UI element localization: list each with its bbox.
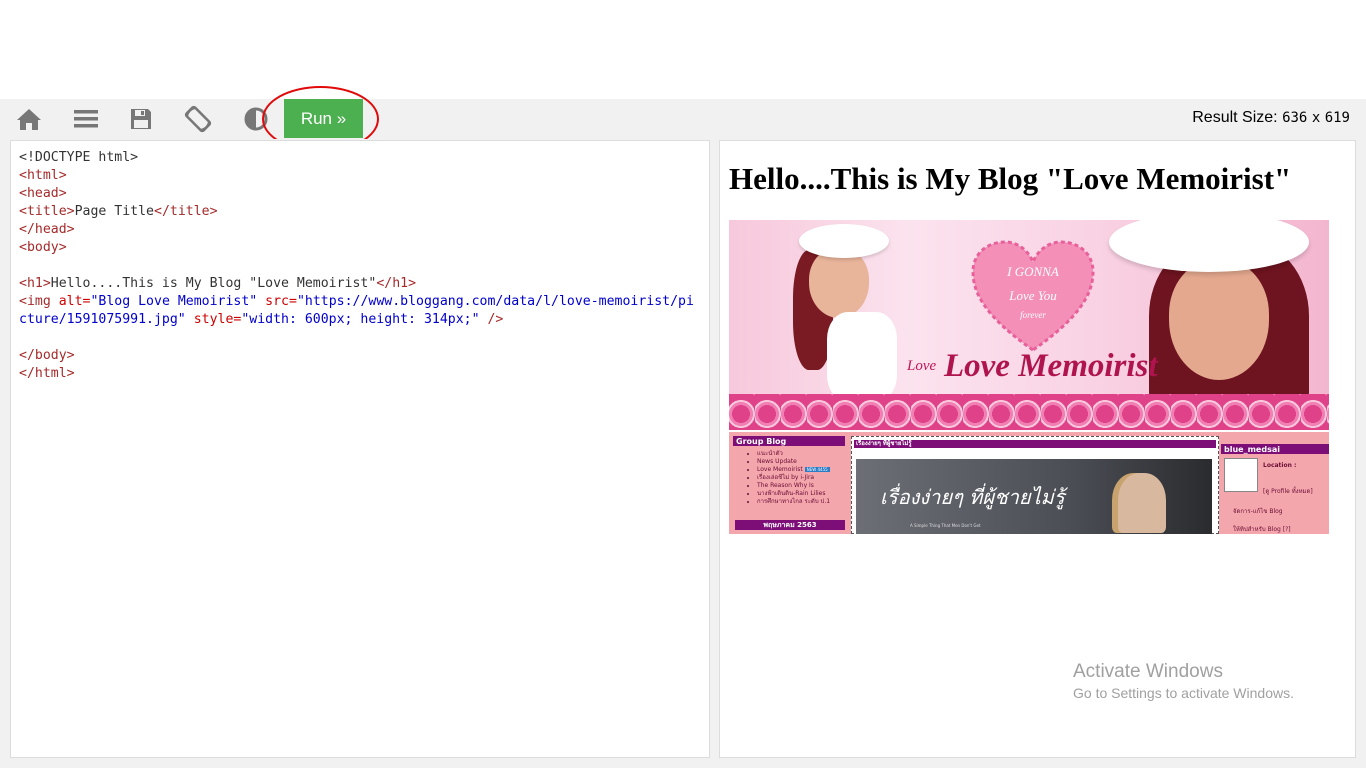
run-button[interactable]: Run » xyxy=(284,99,363,138)
group-blog-header: Group Blog xyxy=(733,436,845,446)
location-label: Location : xyxy=(1263,462,1297,469)
code-line: </body> xyxy=(19,348,75,363)
page: Run » Result Size: 636 x 619 <!DOCTYPE h… xyxy=(0,0,1366,768)
manage-blog: จัดการ-แก้ไข Blog xyxy=(1233,508,1283,515)
heart-text-1: I GONNA xyxy=(1006,264,1059,279)
entry-image-title: เรื่องง่ายๆ ที่ผู้ชายไม่รู้ xyxy=(880,485,1065,509)
result-size: Result Size: 636 x 619 xyxy=(1192,109,1350,127)
group-blog-item: The Reason Why Is xyxy=(757,482,845,490)
group-blog-item: นางฟ้าเดินดิน-Rain Lilies xyxy=(757,490,845,498)
code-line: </html> xyxy=(19,366,75,381)
banner-title: Love Memoirist xyxy=(944,348,1158,384)
profile-panel: blue_medsai Location : [ดู Profile ทั้งห… xyxy=(1221,436,1329,534)
group-blog-item: แนะนำตัว xyxy=(757,450,845,458)
group-blog-item: Love MemoiristNEW 4455 xyxy=(757,466,845,474)
entry-image-subtitle: A Simple Thing That Men Don't Get xyxy=(910,523,981,528)
invite-blog: ให้ทิปสำหรับ Blog [?] xyxy=(1233,526,1291,533)
code-line: </head> xyxy=(19,222,75,237)
blog-preview: Group Blog แนะนำตัวNews UpdateLove Memoi… xyxy=(729,432,1329,534)
profile-avatar xyxy=(1224,458,1258,492)
code-editor[interactable]: <!DOCTYPE html> <html> <head> <title>Page T… xyxy=(10,140,710,758)
group-blog-list: แนะนำตัวNews UpdateLove MemoiristNEW 445… xyxy=(733,450,845,506)
group-blog-item-label: แนะนำตัว xyxy=(757,450,783,457)
banner-small-text: Love xyxy=(907,358,937,374)
flower-border xyxy=(729,394,1329,430)
code-line: <img alt="Blog Love Memoirist" src="http… xyxy=(19,294,694,327)
watermark-line-2: Go to Settings to activate Windows. xyxy=(1073,685,1294,701)
heart-text-3: forever xyxy=(1020,310,1046,320)
activate-windows-watermark: Activate Windows Go to Settings to activ… xyxy=(1073,661,1294,701)
code-line: <head> xyxy=(19,186,67,201)
new-badge: NEW 4455 xyxy=(804,467,830,472)
heart-text-2: Love You xyxy=(1008,288,1057,303)
theme-icon[interactable] xyxy=(240,103,272,135)
watermark-line-1: Activate Windows xyxy=(1073,661,1223,682)
group-blog-item-label: นางฟ้าเดินดิน-Rain Lilies xyxy=(757,490,826,497)
blog-banner-image: I GONNA Love You forever Love Love Memoi… xyxy=(729,220,1329,534)
group-blog-item-label: News Update xyxy=(757,458,797,465)
menu-icon[interactable] xyxy=(70,103,102,135)
group-blog-item-label: เรื่องเล่อชีไม่ by i-Jira xyxy=(757,474,815,481)
rotate-icon[interactable] xyxy=(182,103,214,135)
result-size-label: Result Size: xyxy=(1192,109,1278,126)
group-blog-item: เรื่องเล่อชีไม่ by i-Jira xyxy=(757,474,845,482)
entry-header: เรื่องง่ายๆ ที่ผู้ชายไม่รู้ xyxy=(854,440,1216,448)
code-line: <html> xyxy=(19,168,67,183)
group-blog-item-label: Love Memoirist xyxy=(757,466,803,473)
group-blog-item: News Update xyxy=(757,458,845,466)
heart-graphic: I GONNA Love You forever xyxy=(971,240,1095,352)
banner-top: I GONNA Love You forever Love Love Memoi… xyxy=(729,220,1329,430)
result-heading: Hello....This is My Blog "Love Memoirist… xyxy=(729,161,1292,196)
result-width: 636 xyxy=(1282,110,1308,126)
code-line: <!DOCTYPE html> xyxy=(19,150,139,165)
group-blog-panel: Group Blog แนะนำตัวNews UpdateLove Memoi… xyxy=(733,436,845,534)
profile-name: blue_medsai xyxy=(1221,444,1329,454)
month-label: พฤษภาคม 2563 xyxy=(735,520,845,530)
group-blog-item: การศึกษาทางไกล ระดับ ป.1 xyxy=(757,498,845,506)
blog-entry-panel: เรื่องง่ายๆ ที่ผู้ชายไม่รู้ เรื่องง่ายๆ … xyxy=(851,436,1219,534)
entry-image: เรื่องง่ายๆ ที่ผู้ชายไม่รู้ A Simple Thi… xyxy=(856,459,1212,534)
group-blog-item-label: การศึกษาทางไกล ระดับ ป.1 xyxy=(757,498,831,505)
code-line: <h1>Hello....This is My Blog "Love Memoi… xyxy=(19,276,417,291)
code-line: <body> xyxy=(19,240,67,255)
result-size-separator: x xyxy=(1311,110,1321,126)
profile-link: [ดู Profile ทั้งหมด] xyxy=(1263,488,1313,495)
home-icon[interactable] xyxy=(13,103,45,135)
group-blog-item-label: The Reason Why Is xyxy=(757,482,814,489)
result-height: 619 xyxy=(1324,110,1350,126)
save-icon[interactable] xyxy=(125,103,157,135)
toolbar: Run » Result Size: 636 x 619 xyxy=(0,99,1366,139)
code-line: <title>Page Title</title> xyxy=(19,204,218,219)
